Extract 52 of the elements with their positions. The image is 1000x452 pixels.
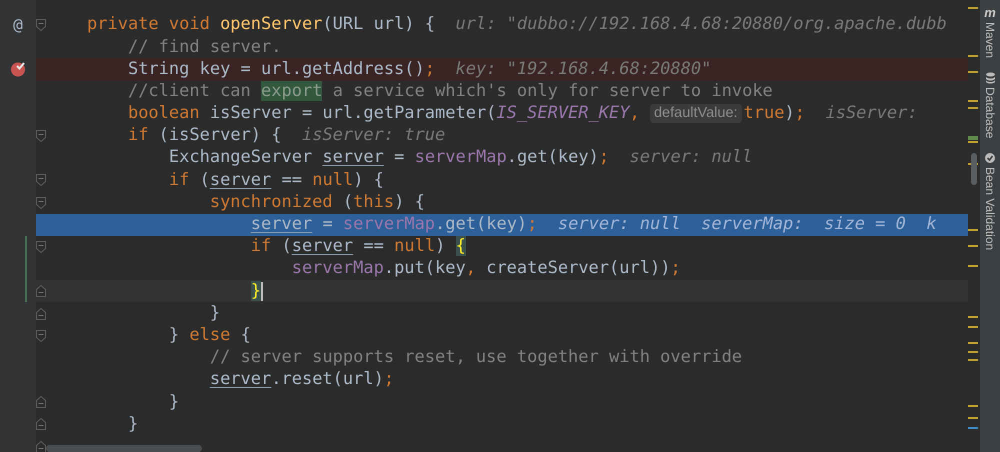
code-text: server = serverMap.get(key); [250,213,538,236]
code-text: server.reset(url); [208,368,394,392]
code-text: String key = url.getAddress(); [126,58,436,81]
fold-icon[interactable] [36,440,46,452]
maven-icon: m [984,6,996,19]
code-text: if (isServer) { [126,124,282,148]
code-text: // find server. [126,36,282,59]
breakpoint-icon[interactable] [10,61,26,78]
inline-value-hint: server: null [630,146,752,170]
code-text: } [250,280,262,303]
code-text: //client can export a service which's only for server to invoke [126,80,773,103]
tool-window-button[interactable]: Database [984,72,996,138]
code-text: private void openServer(URL url) { [87,13,436,36]
inline-value-hint: isServer: true [302,124,446,148]
code-text: serverMap.put(key, createServer(url)); [290,257,681,280]
code-text: if (server == null) { [250,235,466,258]
database-icon [984,72,996,84]
tool-window-button[interactable]: Bean Validation [984,152,996,251]
change-marker[interactable] [25,236,27,258]
change-marker[interactable] [25,280,27,302]
code-text: } [126,412,138,436]
code-text: // server supports reset, use together with override [208,346,742,370]
inline-value-hint: key: "192.168.4.68:20880" [455,58,712,81]
inline-value-hint: url: "dubbo://192.168.4.68:20880/org.apache.dubb [455,13,947,36]
code-text: } else { [168,324,251,347]
parameter-hint: defaultValue: [650,104,742,124]
fold-icon[interactable] [36,285,46,298]
bean-icon [984,152,996,164]
inline-value-hint: isServer: [825,102,918,126]
inline-value-hint: server: null serverMap: size = 0 k [558,213,937,236]
tool-window-button[interactable]: m Maven [984,6,996,58]
fold-icon[interactable] [36,130,46,142]
text-cursor [261,282,263,301]
fold-icon[interactable] [36,418,46,430]
code-text: ExchangeServer server = serverMap.get(key); [168,146,610,170]
fold-icon[interactable] [36,174,46,186]
scrollbar-thumb[interactable] [971,153,977,185]
override-marker[interactable]: @ [13,17,23,34]
fold-icon[interactable] [36,196,46,209]
code-text: true); [744,102,805,126]
fold-icon[interactable] [36,240,46,253]
fold-icon[interactable] [36,19,46,32]
fold-icon[interactable] [36,308,46,320]
code-text: } [168,390,180,414]
code-text: boolean isServer = url.getParameter(IS_SERVER_KEY, [126,102,641,126]
fold-icon[interactable] [36,396,46,408]
code-text: if (server == null) { [168,168,384,192]
code-text: } [208,302,220,325]
change-marker[interactable] [25,258,27,280]
code-text: synchronized (this) { [208,190,425,214]
fold-icon[interactable] [36,330,46,342]
horizontal-scrollbar[interactable] [46,445,202,452]
